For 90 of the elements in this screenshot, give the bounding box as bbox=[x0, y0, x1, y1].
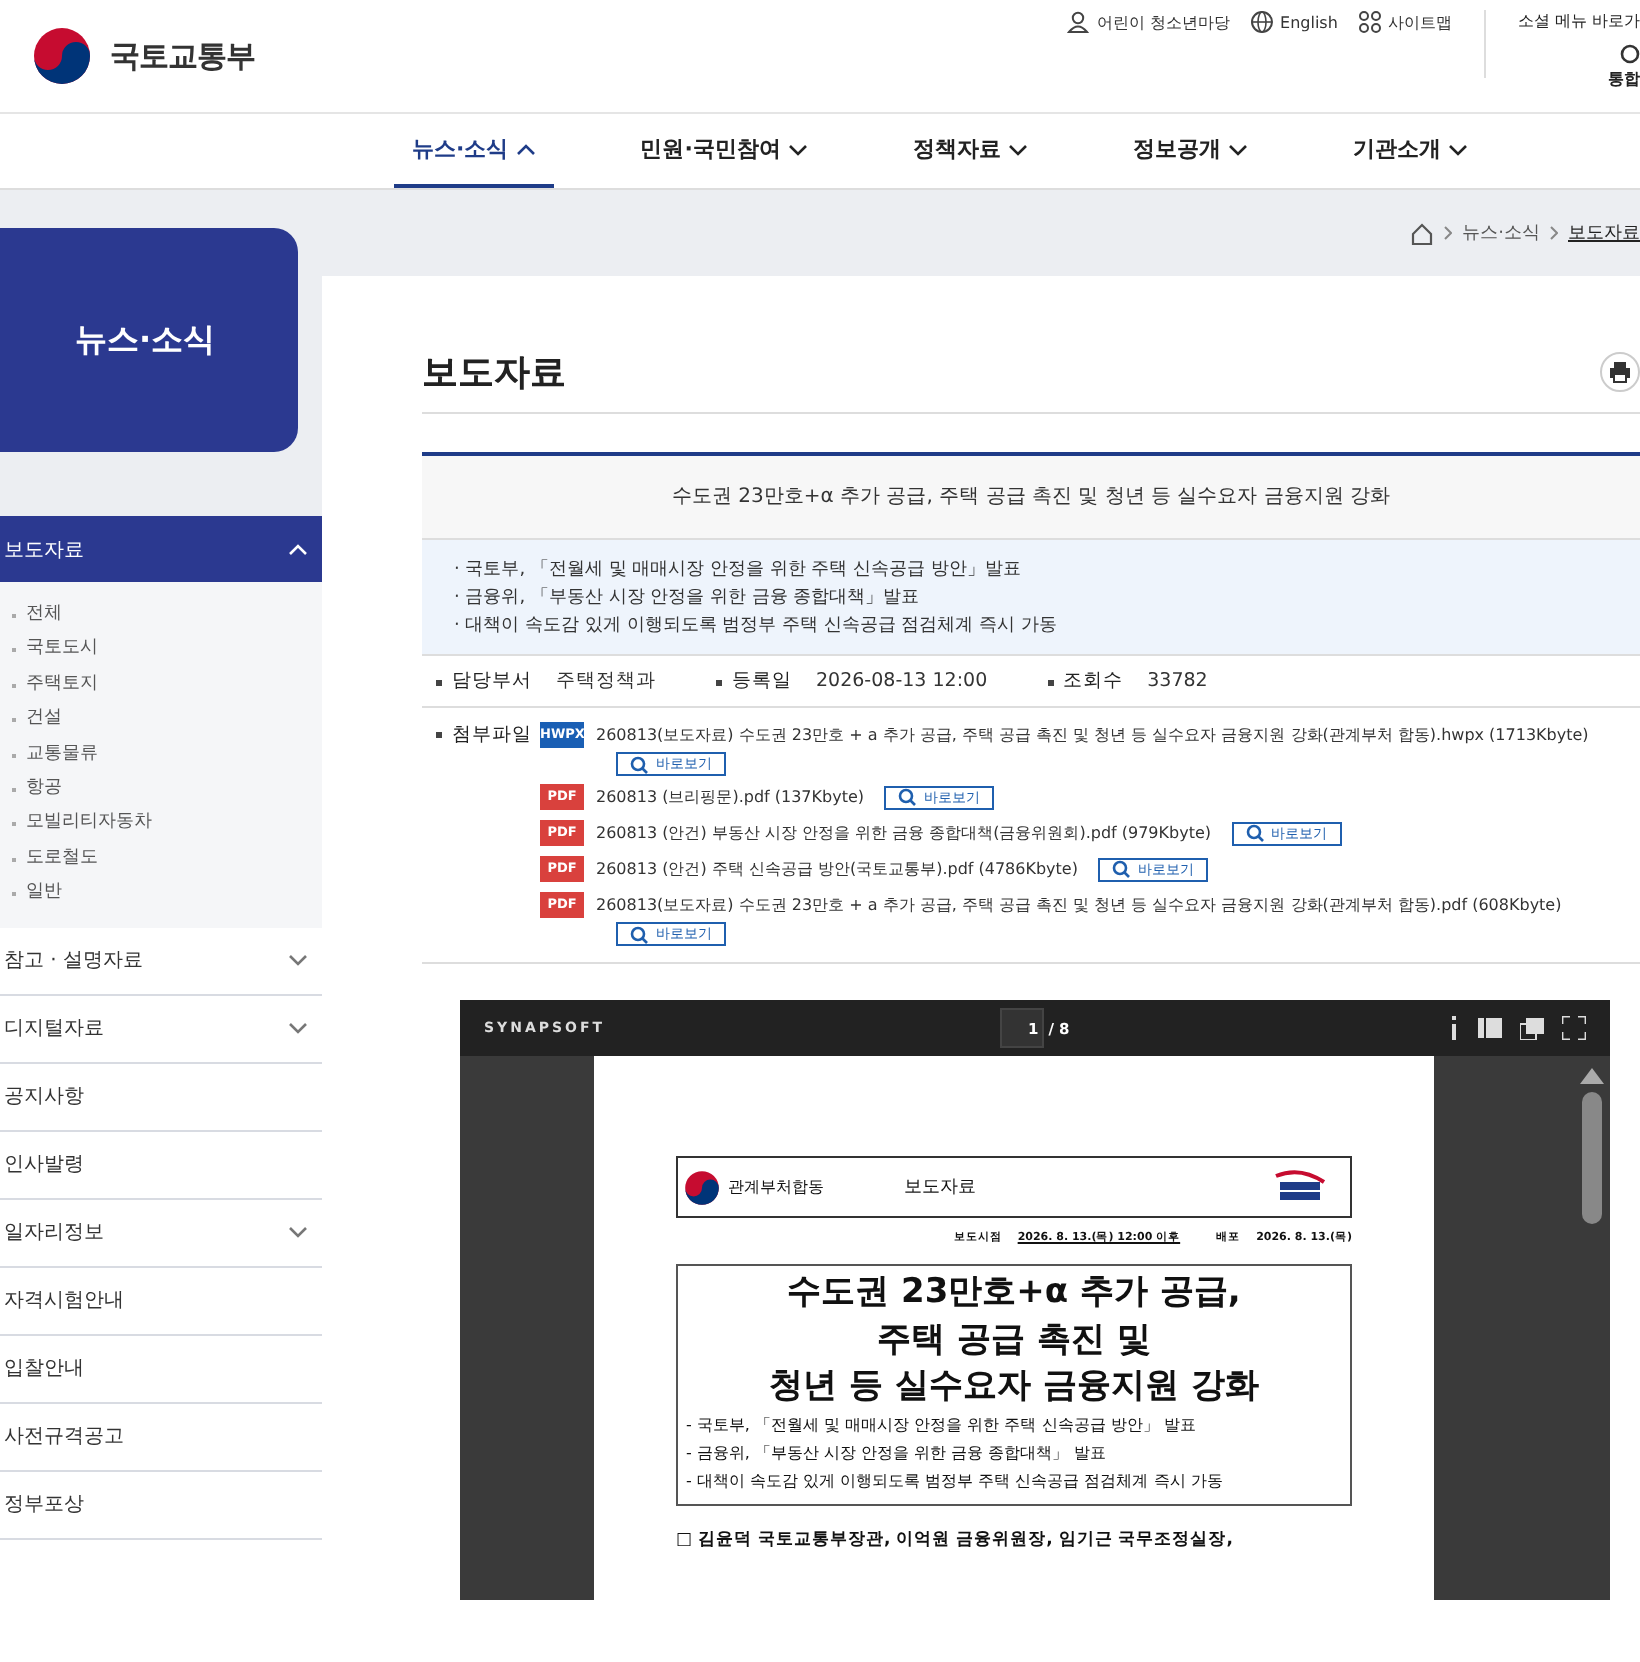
scrollbar-thumb[interactable] bbox=[1582, 1092, 1602, 1224]
search-icon bbox=[630, 925, 648, 943]
document-text: - 금융위, 「부동산 시장 안정을 위한 금융 종합대책」 발표 bbox=[686, 1441, 1108, 1465]
sidebar-item[interactable]: 정부포상 bbox=[0, 1471, 322, 1540]
emblem-logo bbox=[32, 26, 92, 86]
search-icon bbox=[630, 755, 648, 773]
utility-link[interactable]: 어린이 청소년마당 bbox=[1066, 10, 1231, 34]
chevron-icon bbox=[1008, 143, 1029, 155]
pages-icon bbox=[1519, 1017, 1544, 1039]
globe-icon bbox=[1250, 10, 1275, 34]
sidebar-item[interactable]: 디지털자료 bbox=[0, 995, 322, 1064]
sidebar-item[interactable]: 일자리정보 bbox=[0, 1199, 322, 1268]
scroll-up-icon bbox=[1580, 1068, 1604, 1084]
chevron-right-icon bbox=[1444, 226, 1453, 240]
document-text: - 국토부, 「전월세 및 매매시장 안정을 위한 주택 신속공급 방안」 발표 bbox=[686, 1413, 1198, 1437]
attachment-link[interactable]: 260813(보도자료) 수도권 23만호 + a 추가 공급, 주택 공급 촉진 및 청년 등 실수요자 금융지원 강화(관계부처 합동).hwpx (1713Kbyte) bbox=[596, 720, 1589, 750]
meta-label: 조회수 bbox=[1047, 668, 1124, 694]
attachment-link[interactable]: 260813 (브리핑문).pdf (137Kbyte) bbox=[596, 782, 865, 812]
sidebar-item[interactable]: 공지사항 bbox=[0, 1063, 322, 1132]
submenu-item[interactable]: 주택토지 bbox=[8, 667, 98, 703]
nav-tab[interactable]: 민원·국민참여 bbox=[622, 114, 827, 188]
submenu-item[interactable]: 국토도시 bbox=[8, 632, 98, 668]
attachment-link[interactable]: 260813(보도자료) 수도권 23만호 + a 추가 공급, 주택 공급 촉진 및 청년 등 실수요자 금융지원 강화(관계부처 합동).pdf (608Kbyte) bbox=[596, 890, 1562, 920]
submenu-item[interactable]: 전체 bbox=[8, 598, 62, 633]
meta-value: 33782 bbox=[1147, 670, 1208, 692]
search-label[interactable]: 통합 bbox=[1608, 68, 1640, 90]
chevron-icon bbox=[288, 1226, 308, 1239]
print-button[interactable] bbox=[1600, 352, 1640, 392]
submenu-item[interactable]: 도로철도 bbox=[8, 841, 98, 877]
chevron-icon bbox=[516, 143, 537, 155]
chevron-icon bbox=[288, 954, 308, 967]
article-subject: 수도권 23만호+α 추가 공급, 주택 공급 촉진 및 청년 등 실수요자 금융지원 강화 bbox=[422, 456, 1640, 540]
search-icon bbox=[1111, 860, 1130, 878]
social-menu-label[interactable]: 소셜 메뉴 바로가 bbox=[1517, 10, 1640, 32]
summary-line: · 국토부, 「전월세 및 매매시장 안정을 위한 주택 신속공급 방안」발표 bbox=[454, 557, 1023, 582]
section-title-card: 뉴스·소식 bbox=[0, 228, 298, 452]
chevron-icon bbox=[1448, 143, 1469, 155]
document-title: 청년 등 실수요자 금융지원 강화 bbox=[767, 1364, 1261, 1410]
emblem-logo bbox=[684, 1169, 720, 1205]
breadcrumb-link[interactable]: 뉴스·소식 bbox=[1462, 220, 1540, 246]
sidebar-item[interactable]: 입찰안내 bbox=[0, 1335, 322, 1404]
document-text: □ 김윤덕 국토교통부장관, 이억원 금융위원장, 임기근 국무조정실장, bbox=[676, 1527, 1235, 1551]
attachment-link[interactable]: 260813 (안건) 주택 신속공급 방안(국토교통부).pdf (4786Kbyte) bbox=[596, 854, 1078, 884]
submenu-item[interactable]: 일반 bbox=[8, 876, 62, 912]
search-icon bbox=[1620, 44, 1640, 64]
summary-line: · 대책이 속도감 있게 이행되도록 범정부 주택 신속공급 점검체계 즉시 가동 bbox=[454, 614, 1059, 638]
document-title: 수도권 23만호+α 추가 공급, bbox=[785, 1270, 1243, 1316]
printer-icon bbox=[1608, 360, 1632, 384]
chevron-right-icon bbox=[1550, 226, 1558, 240]
attachment-link[interactable]: 260813 (안건) 부동산 시장 안정을 위한 금융 종합대책(금융위원회).pdf (979Kbyte) bbox=[596, 818, 1212, 848]
submenu-item[interactable]: 교통물류 bbox=[8, 737, 98, 772]
utility-link[interactable]: English bbox=[1250, 10, 1338, 34]
document-title: 주택 공급 촉진 및 bbox=[875, 1317, 1153, 1363]
submenu-item[interactable]: 모빌리티자동차 bbox=[8, 806, 152, 842]
chevron-icon bbox=[288, 1022, 308, 1035]
breadcrumb-link[interactable]: 보도자료 bbox=[1568, 220, 1640, 246]
home-icon bbox=[1410, 221, 1435, 245]
slogan-logo bbox=[1270, 1169, 1330, 1205]
fullscreen-icon bbox=[1561, 1016, 1586, 1040]
utility-link[interactable]: 사이트맵 bbox=[1357, 10, 1452, 34]
meta-value: 2026-08-13 12:00 bbox=[816, 670, 988, 692]
nav-tab[interactable]: 정책자료 bbox=[894, 114, 1047, 188]
sidebar-item[interactable]: 자격시험안내 bbox=[0, 1267, 322, 1336]
page-title: 보도자료 bbox=[422, 350, 566, 396]
meta-label: 등록일 bbox=[716, 668, 792, 694]
meta-label: 첨부파일 bbox=[436, 720, 532, 750]
logo-text[interactable]: 국토교통부 bbox=[110, 37, 255, 75]
submenu-item[interactable]: 건설 bbox=[8, 702, 62, 738]
panel-icon bbox=[1477, 1018, 1502, 1038]
summary-line: · 금융위, 「부동산 시장 안정을 위한 금융 종합대책」발표 bbox=[454, 585, 922, 610]
document-text: 관계부처합동 bbox=[728, 1176, 824, 1198]
sidebar-item[interactable]: 보도자료 bbox=[0, 516, 322, 582]
four-circles-icon bbox=[1357, 10, 1382, 34]
chevron-icon bbox=[788, 143, 809, 155]
sidebar-item[interactable]: 참고 · 설명자료 bbox=[0, 927, 322, 996]
meta-label: 담당부서 bbox=[436, 668, 532, 694]
document-text: - 대책이 속도감 있게 이행되도록 범정부 주택 신속공급 점검체계 즉시 가동 bbox=[686, 1469, 1225, 1493]
search-icon bbox=[1245, 824, 1264, 842]
chevron-icon bbox=[288, 543, 308, 555]
sidebar-item[interactable]: 사전규격공고 bbox=[0, 1403, 322, 1472]
meta-value: 주택정책과 bbox=[556, 668, 656, 694]
person-icon bbox=[1066, 10, 1091, 34]
nav-tab[interactable]: 기관소개 bbox=[1334, 114, 1487, 188]
submenu-item[interactable]: 항공 bbox=[8, 771, 62, 807]
info-icon bbox=[1447, 1016, 1460, 1040]
chevron-icon bbox=[1228, 143, 1249, 155]
nav-tab[interactable]: 정보공개 bbox=[1114, 114, 1267, 188]
sidebar-item[interactable]: 인사발령 bbox=[0, 1131, 322, 1200]
search-icon bbox=[898, 788, 917, 806]
document-text: 보도자료 bbox=[904, 1176, 978, 1200]
